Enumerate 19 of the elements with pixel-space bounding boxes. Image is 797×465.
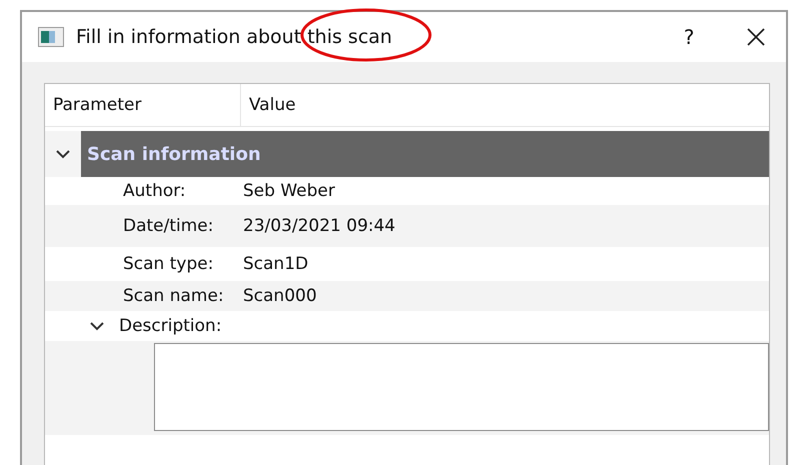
chevron-icon[interactable]	[55, 149, 71, 159]
parameter-value: 23/03/2021 09:44	[243, 216, 396, 236]
parameter-value: Scan000	[243, 286, 317, 306]
window-title: Fill in information about this scan	[76, 26, 394, 48]
column-header[interactable]: Parameter	[45, 84, 241, 126]
column-header[interactable]: Value	[241, 84, 769, 126]
parameter-label: Scan type:	[122, 254, 214, 274]
description-field[interactable]	[154, 343, 769, 431]
parameter-label: Description:	[119, 316, 222, 336]
group-header[interactable]: Scan information	[81, 131, 769, 177]
help-button[interactable]: ?	[664, 25, 714, 49]
parameter-value: Seb Weber	[243, 181, 335, 201]
parameter-value: Scan1D	[243, 254, 308, 274]
app-icon	[38, 27, 64, 47]
parameter-label: Date/time:	[122, 216, 214, 236]
close-icon	[747, 28, 765, 46]
chevron-icon[interactable]	[89, 321, 105, 331]
parameter-label: Author:	[122, 181, 187, 201]
parameter-label: Scan name:	[122, 286, 225, 306]
